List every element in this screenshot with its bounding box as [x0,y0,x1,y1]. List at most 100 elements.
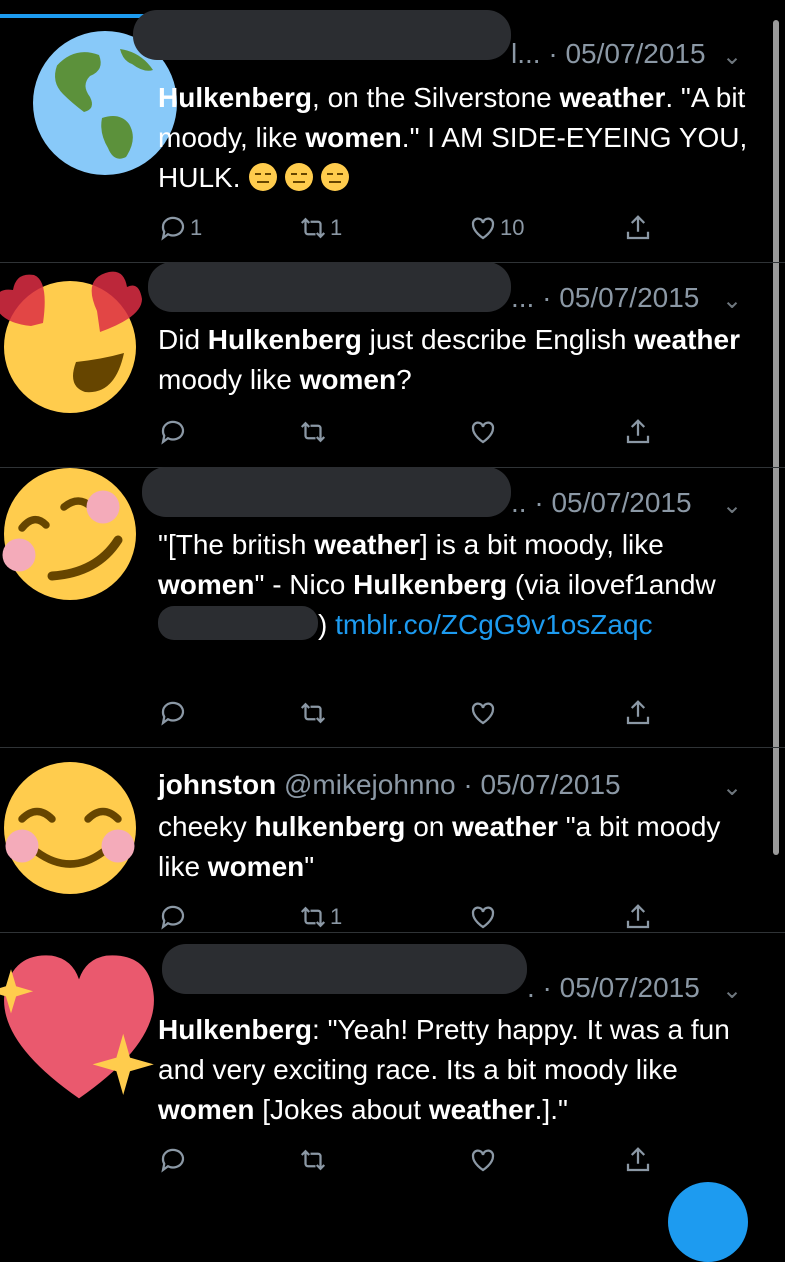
heart-icon [471,702,495,725]
tweet-text-fragment: " [304,851,315,882]
expressionless-face-icon [285,163,314,191]
like-button[interactable] [468,695,498,731]
heart-icon [471,1149,495,1172]
smiling-blush-avatar[interactable] [0,453,142,603]
reply-icon [161,216,185,241]
redacted-display-name [133,10,511,60]
reply-icon [161,420,185,445]
highlighted-term: Hulkenberg [207,324,362,355]
retweet-button[interactable] [298,1142,328,1178]
reply-button[interactable] [158,695,188,731]
tweet-text-fragment: , on the Silverstone [312,82,560,113]
compose-tweet-button[interactable] [668,1182,748,1262]
tweet-text: Hulkenberg: "Yeah! Pretty happy. It was … [158,1010,748,1130]
sparkling-heart-emoji-icon [0,955,154,1099]
chevron-down-icon[interactable]: ⌄ [722,42,742,71]
heart-eyes-emoji-icon [0,271,142,413]
tweet-text-fragment: ? [396,364,412,395]
tweet-actions [158,1142,658,1178]
tweet-actions: 1 [158,899,658,935]
tweet-5[interactable]: . · 05/07/2015 ⌄ Hulkenberg: "Yeah! Pret… [0,932,785,1200]
redacted-display-name [148,262,511,312]
tweet-link[interactable]: tmblr.co/ZCgG9v1osZaqc [335,609,652,640]
retweet-icon [300,906,326,928]
like-count: 10 [500,215,525,240]
share-button[interactable] [623,1142,653,1178]
tweet-text-fragment: (via ilovef1andw [507,569,716,600]
smiling-face-emoji-icon [2,468,136,600]
highlighted-term: Hulkenberg [158,1014,313,1045]
retweet-button[interactable] [298,695,328,731]
retweet-button[interactable]: 1 [298,899,342,935]
tweet-actions [158,695,658,731]
tweet-date: ... · 05/07/2015 [511,282,700,313]
reply-button[interactable] [158,414,188,450]
retweet-button[interactable]: 1 [298,210,342,246]
reply-count: 1 [190,215,203,240]
redacted-handle [158,606,318,640]
chevron-down-icon[interactable]: ⌄ [722,491,742,520]
display-name[interactable]: johnston [158,769,276,800]
tweet-text: "[The british weather] is a bit moody, l… [158,525,748,645]
tweet-text-fragment: .]." [534,1094,568,1125]
heart-icon [471,421,495,444]
share-button[interactable] [623,210,653,246]
tweet-2[interactable]: ... · 05/07/2015 ⌄ Did Hulkenberg just d… [0,262,785,468]
chevron-down-icon[interactable]: ⌄ [722,976,742,1005]
tweet-1[interactable]: l... · 05/07/2015 ⌄ Hulkenberg, on the S… [0,0,785,263]
tweet-text-fragment: Did [158,324,208,355]
reply-button[interactable] [158,899,188,935]
like-button[interactable] [468,1142,498,1178]
tweet-date: . · 05/07/2015 [527,972,700,1003]
reply-icon [161,1148,185,1173]
expressionless-face-icon [321,163,350,191]
tweet-3[interactable]: .. · 05/07/2015 ⌄ "[The british weather]… [0,467,785,748]
reply-button[interactable] [158,1142,188,1178]
retweet-icon [300,1149,326,1171]
highlighted-term: weather [314,529,421,560]
highlighted-term: women [305,122,402,153]
highlighted-term: women [158,1094,255,1125]
tweet-text-fragment: [Jokes about [254,1094,429,1125]
tweet-text: Hulkenberg, on the Silverstone weather. … [158,78,748,198]
tweet-text-fragment: on [405,811,453,842]
like-button[interactable]: 10 [468,210,524,246]
share-button[interactable] [623,695,653,731]
retweet-icon [300,702,326,724]
tweet-text-fragment: just describe English [361,324,635,355]
retweet-icon [300,217,326,239]
tweet-actions [158,414,658,450]
highlighted-term: weather [634,324,741,355]
smiling-eyes-avatar[interactable] [0,747,142,897]
reply-button[interactable]: 1 [158,210,202,246]
share-icon [626,1147,650,1172]
tweet-text-fragment: moody like [158,364,300,395]
share-icon [626,904,650,929]
redacted-display-name [162,944,527,994]
share-button[interactable] [623,414,653,450]
tweet-text: cheeky hulkenberg on weather "a bit mood… [158,807,748,887]
smiling-eyes-emoji-icon [4,762,136,894]
tweet-4[interactable]: johnston @mikejohnno · 05/07/2015 ⌄ chee… [0,747,785,933]
retweet-button[interactable] [298,414,328,450]
share-icon [626,215,650,240]
heart-icon [471,906,495,929]
share-icon [626,419,650,444]
highlighted-term: Hulkenberg [158,82,313,113]
heart-eyes-avatar[interactable] [0,266,142,416]
retweet-count: 1 [330,215,343,240]
highlighted-term: weather [559,82,666,113]
tweet-date: l... · 05/07/2015 [511,38,706,69]
share-button[interactable] [623,899,653,935]
sparkling-heart-avatar[interactable] [0,942,164,1112]
like-button[interactable] [468,899,498,935]
chevron-down-icon[interactable]: ⌄ [722,773,742,802]
highlighted-term: Hulkenberg [353,569,508,600]
tweet-author[interactable]: johnston @mikejohnno · 05/07/2015 [158,769,621,801]
highlighted-term: hulkenberg [254,811,406,842]
chevron-down-icon[interactable]: ⌄ [722,286,742,315]
handle-and-date: @mikejohnno · 05/07/2015 [283,769,621,800]
tweet-text-fragment: ] is a bit moody, like [420,529,664,560]
tweet-text: Did Hulkenberg just describe English wea… [158,320,748,400]
like-button[interactable] [468,414,498,450]
